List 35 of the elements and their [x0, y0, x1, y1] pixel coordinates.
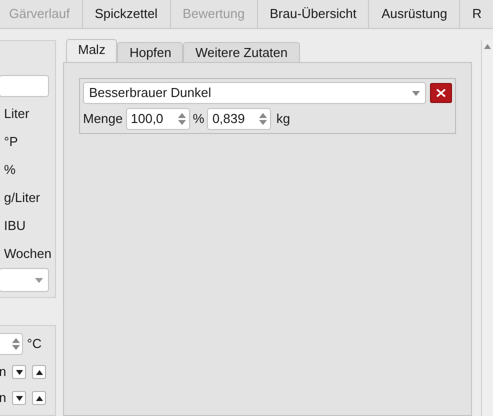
unit-label: g/Liter [3, 190, 40, 206]
unit-label: kg [276, 110, 290, 128]
tab[interactable]: Malz [66, 39, 118, 63]
down-button[interactable] [12, 391, 26, 405]
spin-field[interactable]: 0,839 [207, 108, 272, 130]
unit-label: IBU [3, 218, 26, 234]
unit-label: % [192, 110, 204, 128]
close-icon [436, 89, 446, 97]
text-field[interactable] [0, 75, 49, 97]
up-arrow-icon [36, 396, 43, 400]
unit-label: Liter [3, 106, 30, 122]
tab[interactable]: Weitere Zutaten [183, 42, 300, 63]
row-label: n [0, 389, 6, 408]
dropdown[interactable] [0, 268, 49, 292]
unit-label: °P [3, 134, 18, 150]
dropdown[interactable]: Besserbrauer Dunkel [83, 82, 426, 104]
down-arrow-icon [16, 370, 23, 374]
tab[interactable]: Hopfen [117, 42, 184, 63]
up-arrow-icon [36, 370, 43, 374]
quantity-label: Menge [83, 110, 123, 128]
scrollbar[interactable] [481, 40, 493, 416]
scroll-up-icon[interactable] [484, 44, 491, 49]
spin-field[interactable]: 100,0 [126, 108, 190, 130]
unit-label: Wochen [3, 246, 52, 262]
delete-button[interactable] [430, 83, 452, 103]
up-button[interactable] [32, 365, 46, 379]
down-arrow-icon [16, 396, 23, 400]
down-button[interactable] [12, 365, 26, 379]
caret-icon [35, 278, 43, 282]
spin-field[interactable] [0, 333, 23, 355]
unit-label: °C [27, 335, 42, 354]
up-button[interactable] [32, 391, 46, 405]
unit-label: % [3, 162, 16, 178]
caret-icon [412, 90, 420, 96]
row-label: n [0, 363, 6, 382]
